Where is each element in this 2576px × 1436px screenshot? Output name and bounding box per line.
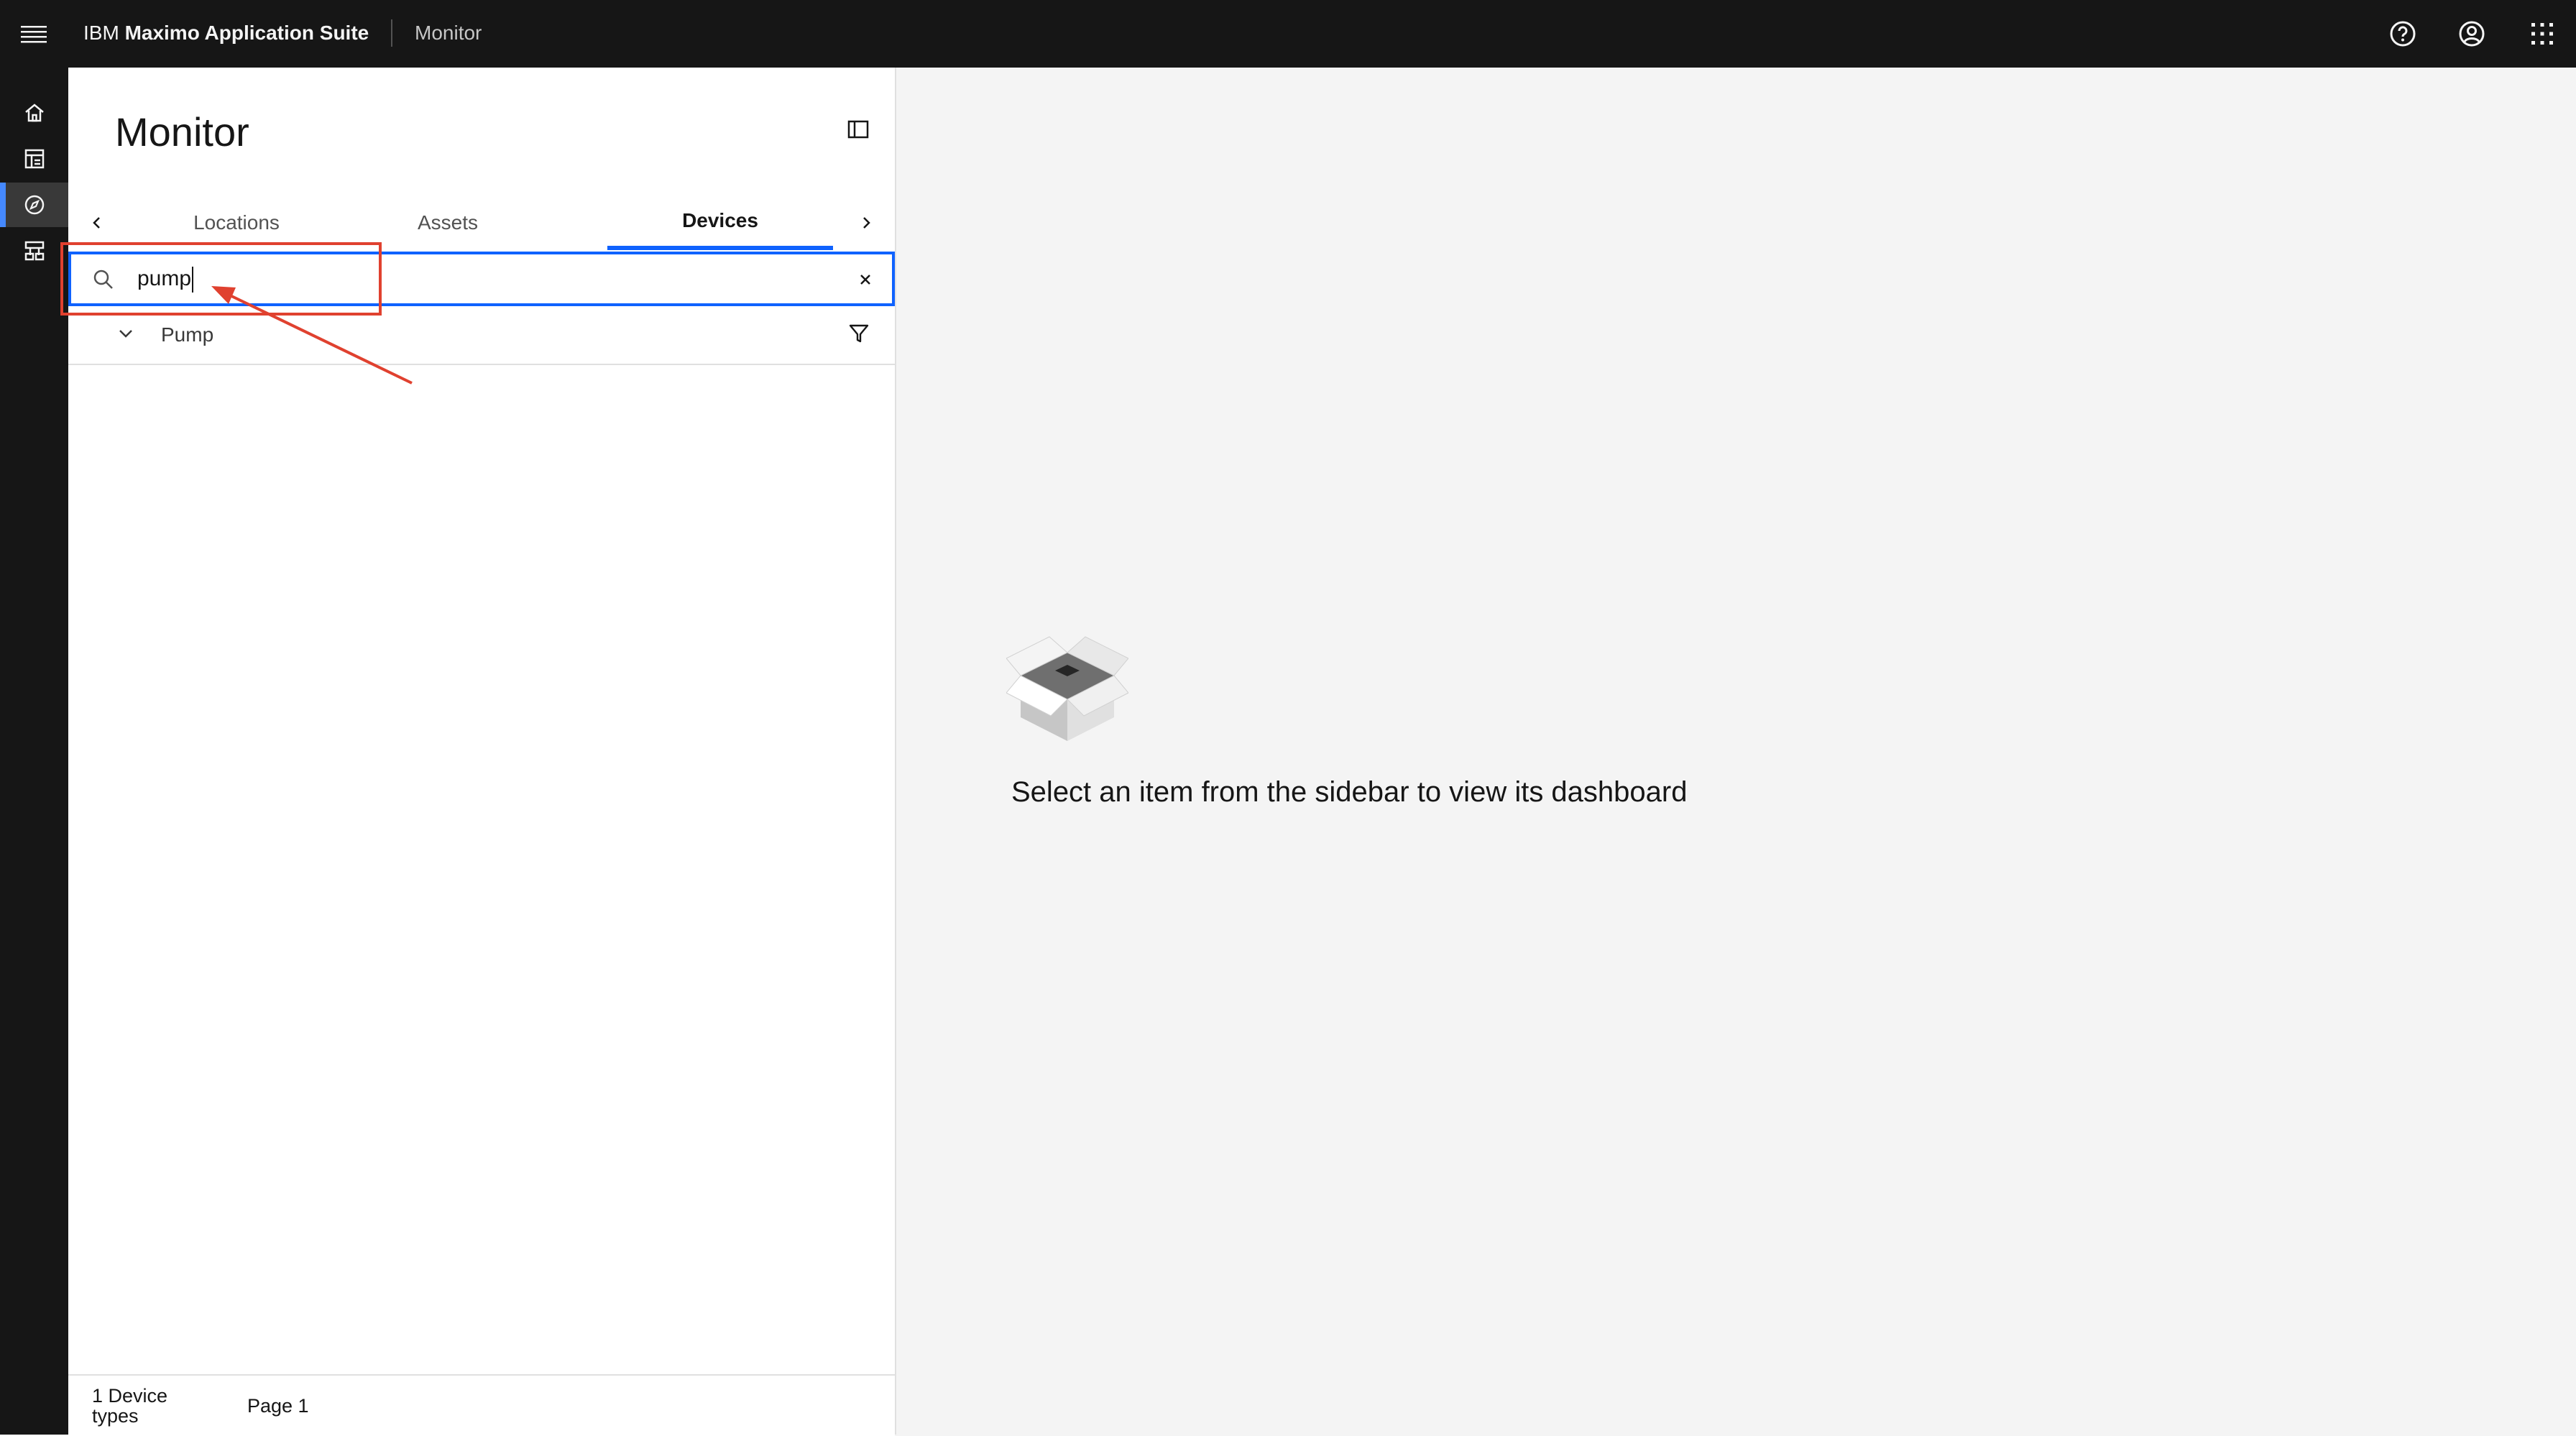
top-header: IBM Maximo Application Suite Monitor	[0, 0, 2576, 68]
left-nav-rail	[0, 68, 68, 1435]
app-name[interactable]: Monitor	[415, 17, 482, 49]
nav-home[interactable]	[0, 91, 68, 135]
tab-scroll-right[interactable]	[837, 195, 895, 250]
dashboard-icon	[24, 149, 44, 169]
panel-collapse-icon[interactable]	[847, 118, 870, 141]
brand-prefix: IBM	[83, 22, 119, 44]
home-icon	[24, 103, 44, 122]
sidebar-footer: 1 Device types Page 1	[68, 1374, 895, 1436]
filter-icon[interactable]	[847, 322, 870, 345]
sidebar-title: Monitor	[115, 109, 249, 155]
app-switcher-icon[interactable]	[2527, 19, 2557, 49]
tree-item-label: Pump	[161, 323, 214, 346]
product-name[interactable]: IBM Maximo Application Suite	[83, 17, 369, 49]
close-icon[interactable]	[855, 269, 876, 290]
help-icon[interactable]	[2388, 19, 2418, 49]
hierarchy-icon	[24, 241, 44, 261]
brand-name: Maximo Application Suite	[124, 22, 369, 44]
compass-icon	[24, 195, 44, 215]
header-divider	[391, 19, 392, 47]
empty-box-icon	[1006, 636, 1128, 741]
tree-item-pump[interactable]: Pump	[68, 308, 895, 365]
chevron-right-icon	[863, 217, 870, 229]
annotation-highlight-box	[60, 242, 382, 316]
page-indicator: Page 1	[247, 1395, 309, 1417]
user-avatar-icon[interactable]	[2457, 19, 2487, 49]
empty-state-message: Select an item from the sidebar to view …	[1011, 776, 1688, 808]
chevron-left-icon	[93, 217, 100, 229]
nav-monitor[interactable]	[0, 183, 68, 227]
nav-dashboard[interactable]	[0, 137, 68, 181]
nav-hierarchy[interactable]	[0, 229, 68, 273]
tab-devices[interactable]: Devices	[607, 195, 833, 250]
chevron-down-icon[interactable]	[116, 323, 136, 344]
result-count: 1 Device types	[92, 1385, 168, 1427]
menu-icon[interactable]	[21, 24, 47, 44]
